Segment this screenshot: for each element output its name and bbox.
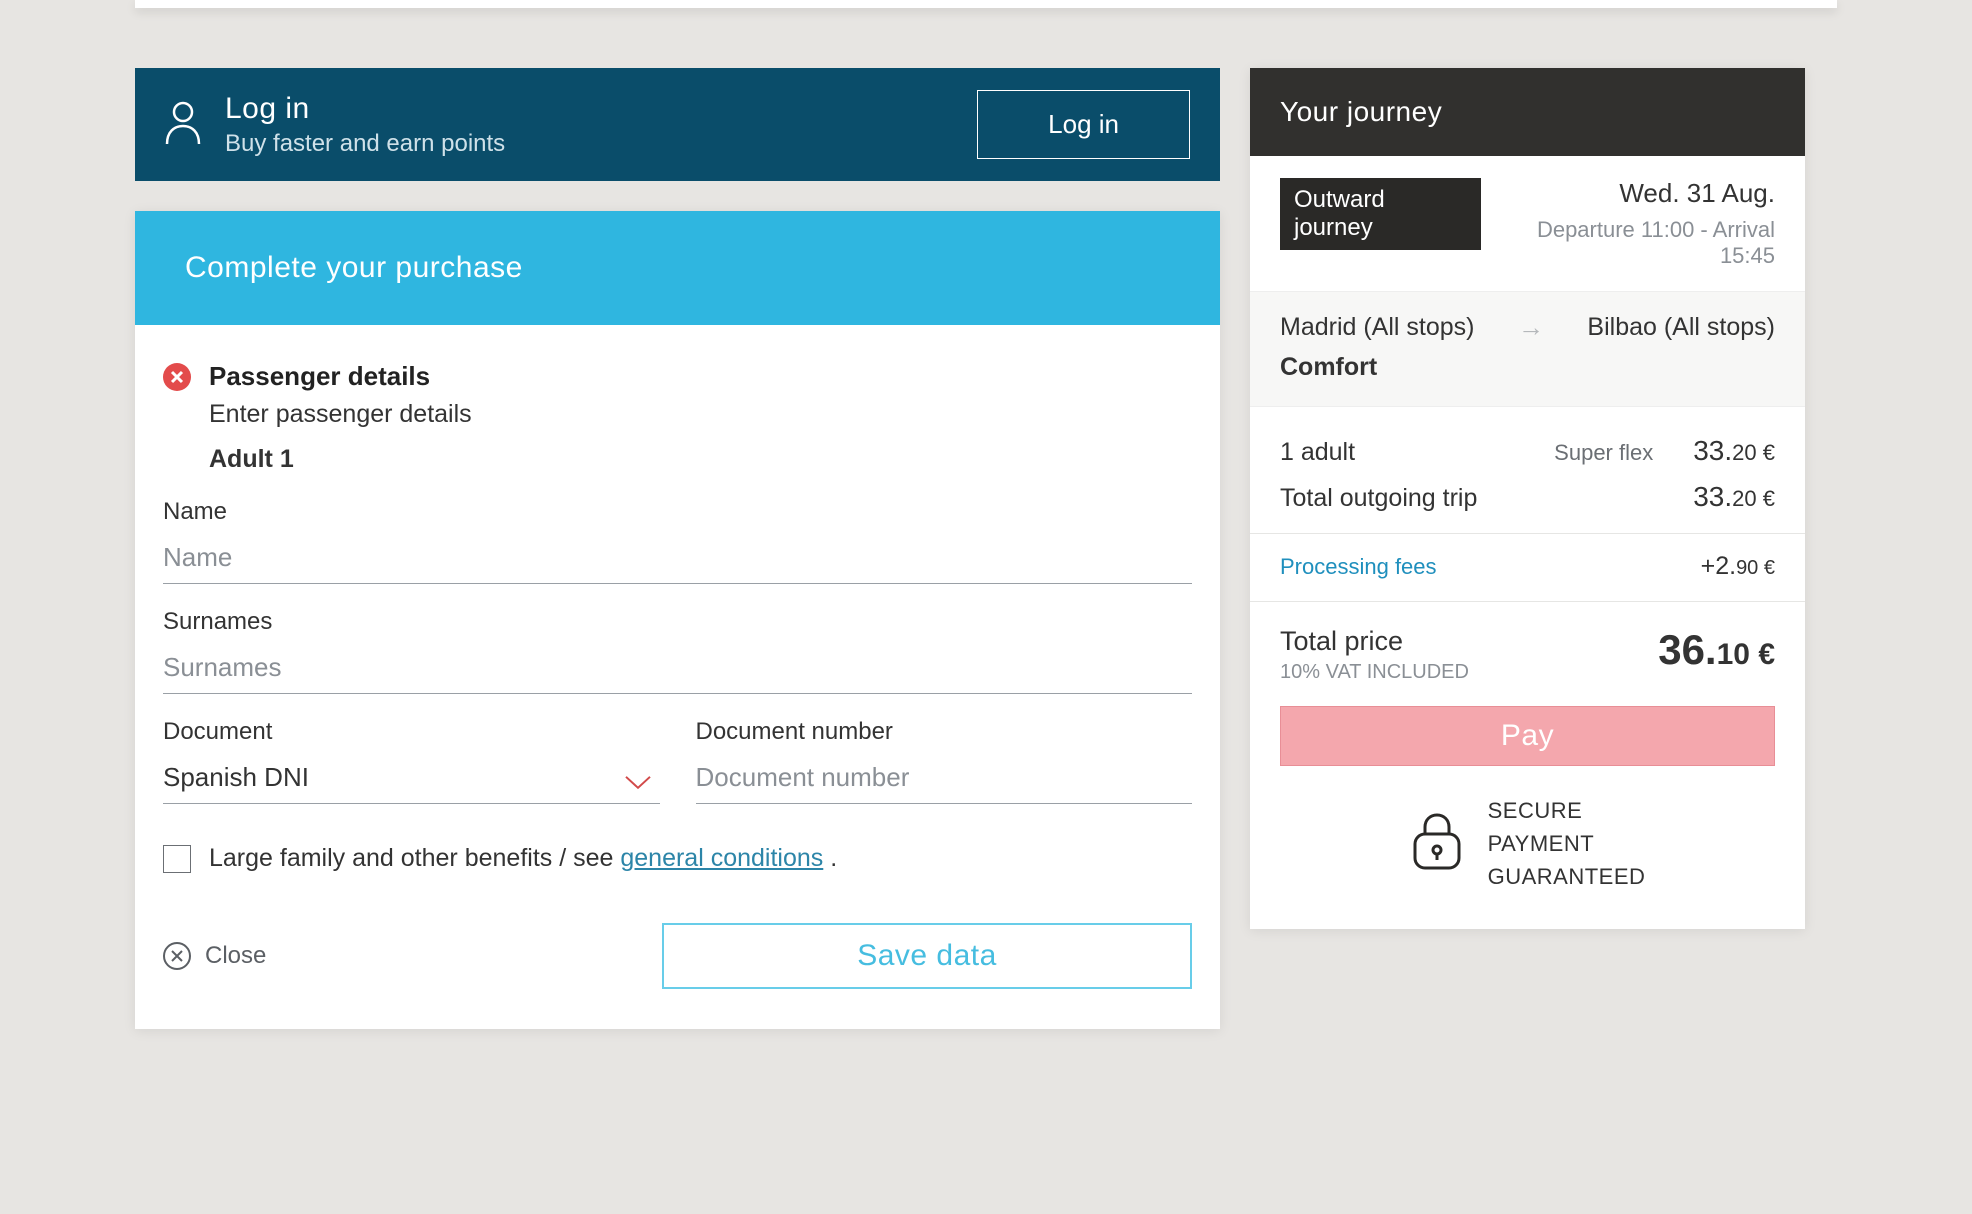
secure-text: SECURE PAYMENT GUARANTEED bbox=[1488, 794, 1646, 893]
outward-badge: Outward journey bbox=[1280, 178, 1481, 250]
login-subtitle: Buy faster and earn points bbox=[225, 130, 505, 158]
benefits-checkbox[interactable] bbox=[163, 845, 191, 873]
journey-times: Departure 11:00 - Arrival 15:45 bbox=[1481, 217, 1775, 269]
passenger-label: Adult 1 bbox=[209, 445, 1192, 474]
login-banner: Log in Buy faster and earn points Log in bbox=[135, 68, 1220, 181]
route-from: Madrid (All stops) bbox=[1280, 313, 1475, 342]
route-class: Comfort bbox=[1280, 353, 1775, 382]
user-icon bbox=[163, 99, 203, 150]
fare-label: Super flex bbox=[1554, 440, 1653, 466]
close-label: Close bbox=[205, 942, 266, 970]
pax-label: 1 adult bbox=[1280, 438, 1355, 467]
journey-header: Your journey bbox=[1250, 68, 1805, 156]
general-conditions-link[interactable]: general conditions bbox=[620, 844, 823, 872]
document-number-input[interactable] bbox=[696, 754, 1193, 804]
top-edge bbox=[135, 0, 1837, 8]
surnames-label: Surnames bbox=[163, 608, 1192, 636]
document-label: Document bbox=[163, 718, 660, 746]
pax-price: 33.20 € bbox=[1693, 435, 1775, 467]
journey-card: Your journey Outward journey Wed. 31 Aug… bbox=[1250, 68, 1805, 929]
close-button[interactable]: Close bbox=[163, 942, 266, 970]
total-price-label: Total price bbox=[1280, 626, 1469, 657]
arrow-right-icon: → bbox=[1518, 312, 1544, 343]
login-button[interactable]: Log in bbox=[977, 90, 1190, 159]
name-input[interactable] bbox=[163, 534, 1192, 584]
benefits-text: Large family and other benefits / see ge… bbox=[209, 844, 837, 873]
passenger-details-subtitle: Enter passenger details bbox=[209, 400, 1192, 429]
purchase-card: Complete your purchase Passenger details… bbox=[135, 211, 1220, 1029]
document-select[interactable] bbox=[163, 754, 660, 804]
out-total-label: Total outgoing trip bbox=[1280, 484, 1477, 513]
surnames-input[interactable] bbox=[163, 644, 1192, 694]
purchase-header: Complete your purchase bbox=[135, 211, 1220, 325]
save-data-button[interactable]: Save data bbox=[662, 923, 1192, 989]
total-price: 36.10 € bbox=[1658, 626, 1775, 674]
login-title: Log in bbox=[225, 92, 505, 126]
close-icon bbox=[163, 942, 191, 970]
pay-button[interactable]: Pay bbox=[1280, 706, 1775, 766]
passenger-details-title: Passenger details bbox=[209, 361, 430, 392]
document-number-label: Document number bbox=[696, 718, 1193, 746]
route-to: Bilbao (All stops) bbox=[1587, 313, 1775, 342]
lock-icon bbox=[1410, 810, 1464, 877]
fees-label[interactable]: Processing fees bbox=[1280, 554, 1437, 580]
journey-route: Madrid (All stops) → Bilbao (All stops) … bbox=[1250, 291, 1805, 407]
journey-date: Wed. 31 Aug. bbox=[1481, 178, 1775, 209]
fees-value: +2.90 € bbox=[1701, 552, 1775, 581]
out-total-price: 33.20 € bbox=[1693, 481, 1775, 513]
vat-label: 10% VAT INCLUDED bbox=[1280, 661, 1469, 684]
error-icon bbox=[163, 363, 191, 391]
name-label: Name bbox=[163, 498, 1192, 526]
